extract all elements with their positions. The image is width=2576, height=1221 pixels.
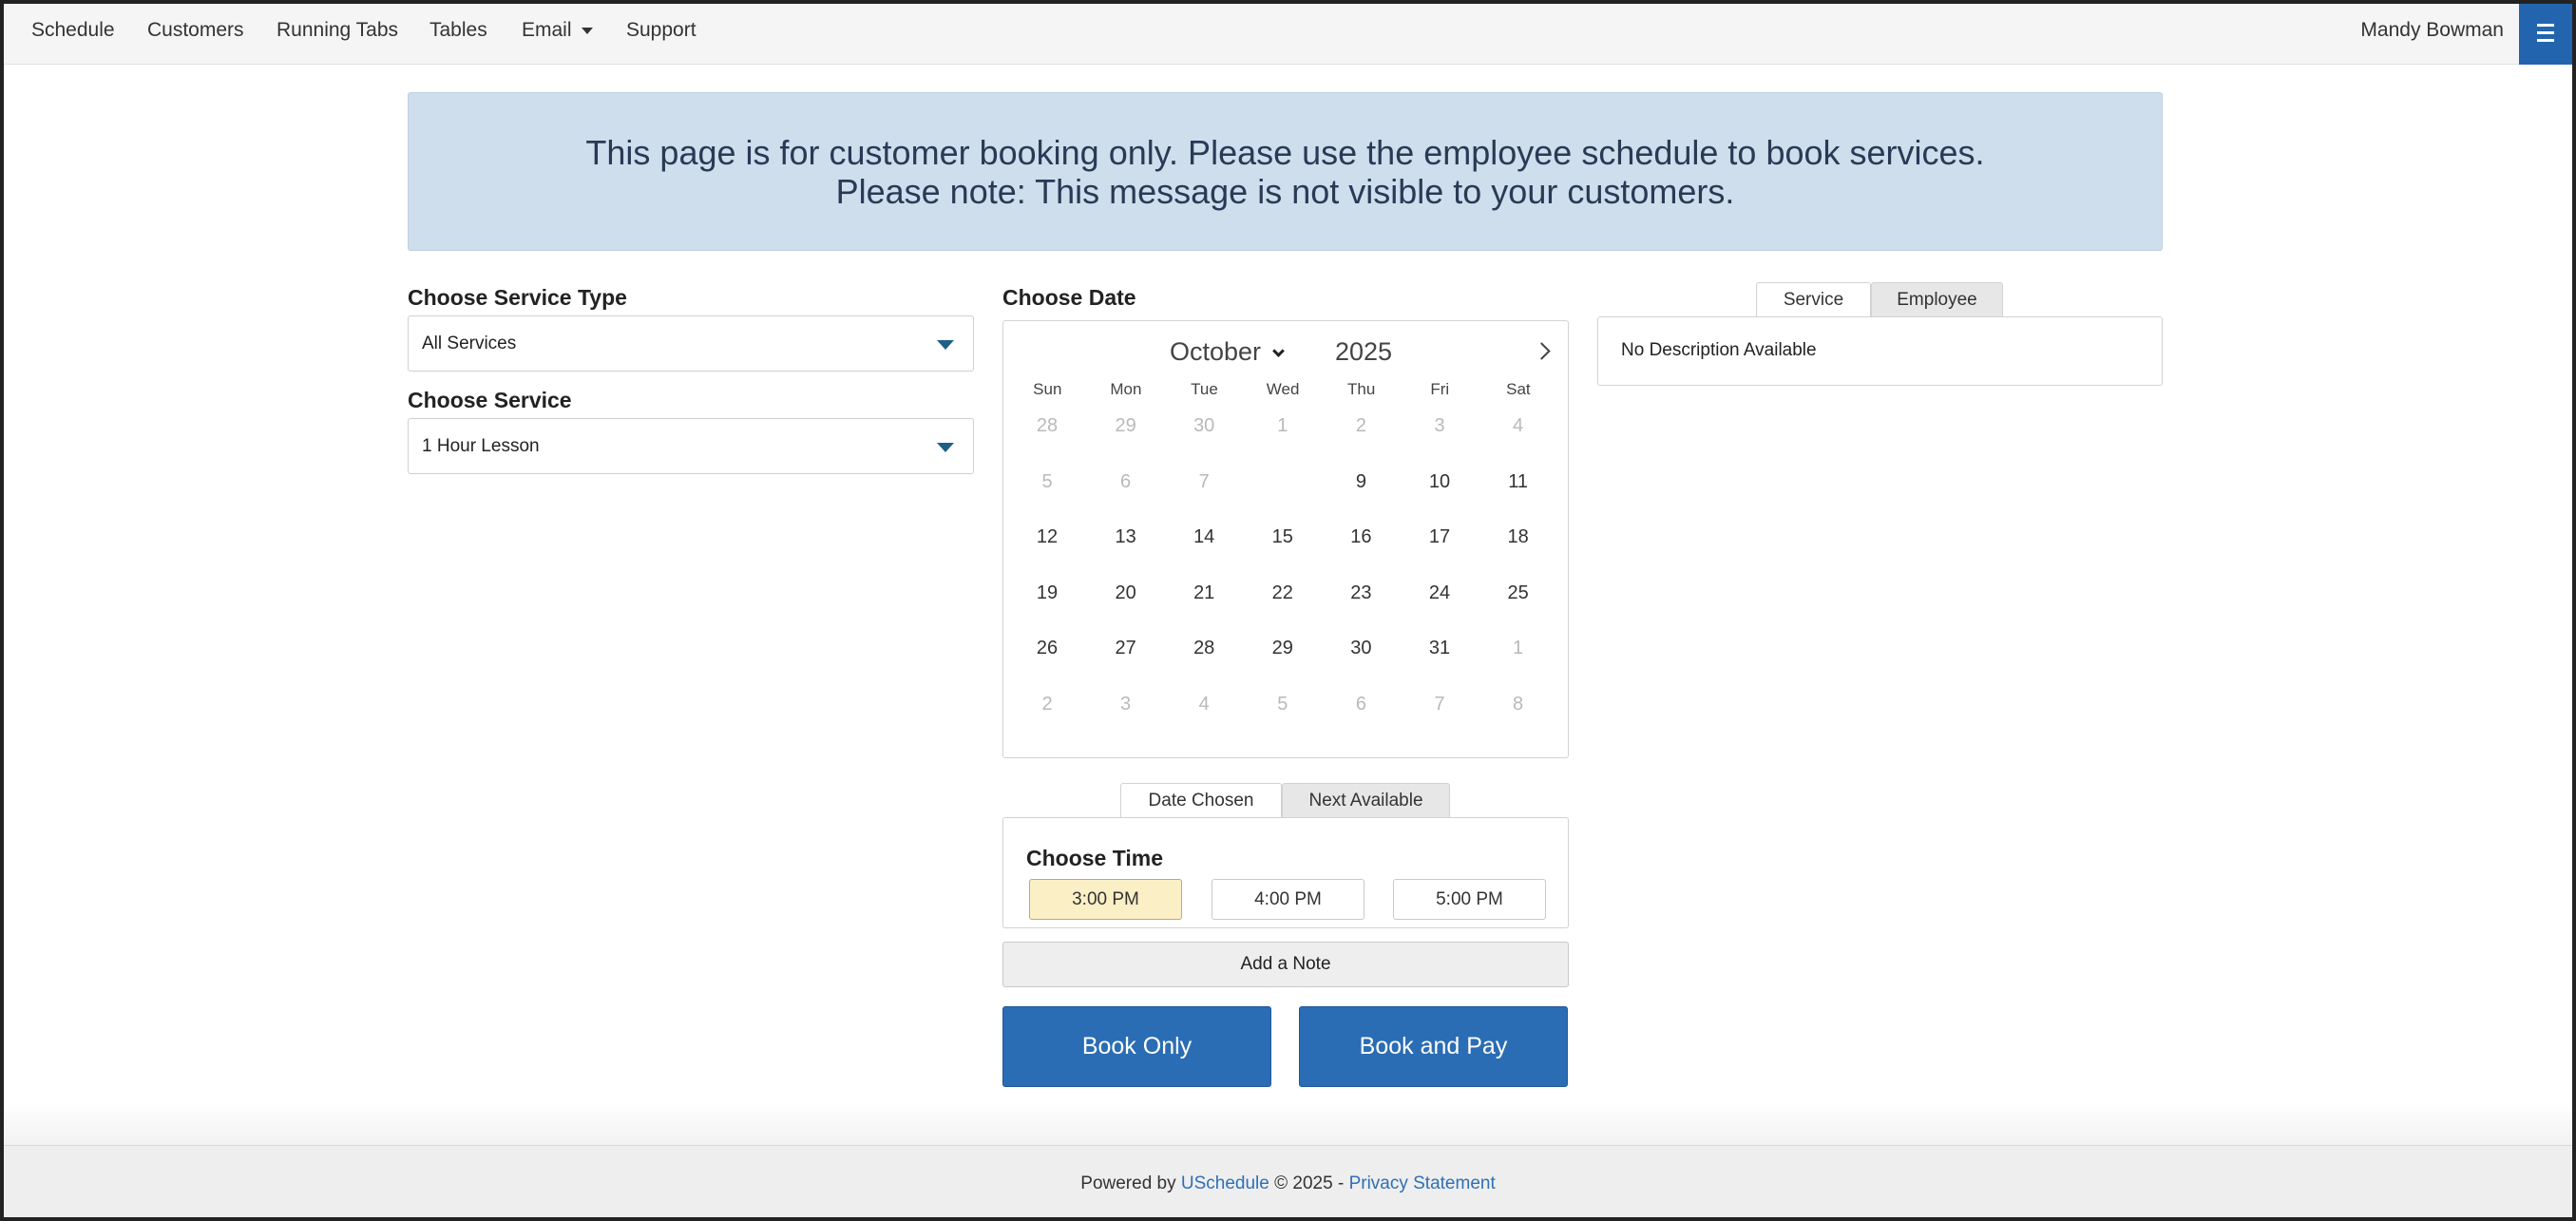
user-name[interactable]: Mandy Bowman — [2360, 19, 2504, 42]
nav-tables[interactable]: Tables — [429, 19, 487, 42]
footer-copyright: © 2025 - — [1269, 1173, 1349, 1193]
calendar-day[interactable]: 31 — [1401, 623, 1479, 673]
weekday-label: Wed — [1266, 380, 1300, 398]
footer-shadow — [4, 1102, 2572, 1145]
calendar-day[interactable]: 25 — [1479, 568, 1557, 618]
date-picker: October 2025 Sun Mon Tue Wed Thu Fri Sat 28 29 3… — [1002, 320, 1569, 758]
calendar-day[interactable]: 26 — [1008, 623, 1086, 673]
description-text: No Description Available — [1621, 340, 1817, 360]
service-label: Choose Service — [408, 388, 572, 412]
calendar-day: 3 — [1434, 415, 1445, 436]
calendar-day[interactable]: 11 — [1479, 457, 1557, 506]
service-type-select[interactable]: All Services — [408, 315, 974, 372]
caret-down-icon — [581, 27, 593, 34]
calendar-day: 5 — [1277, 694, 1288, 715]
weekday-label: Sun — [1033, 380, 1062, 398]
weekday-label: Sat — [1506, 380, 1531, 398]
selected-day[interactable]: 8 — [1244, 455, 1327, 509]
service-type-label: Choose Service Type — [408, 285, 627, 310]
tab-next-available[interactable]: Next Available — [1282, 783, 1450, 817]
add-note-button[interactable]: Add a Note — [1002, 942, 1569, 987]
time-slot-button[interactable]: 5:00 PM — [1393, 879, 1546, 920]
nav-schedule[interactable]: Schedule — [31, 19, 115, 42]
description-panel: No Description Available — [1597, 316, 2163, 386]
weekday-label: Fri — [1430, 380, 1450, 398]
calendar-day[interactable]: 13 — [1087, 512, 1165, 562]
nav-customers[interactable]: Customers — [147, 19, 244, 42]
calendar-day: 1 — [1513, 638, 1524, 659]
calendar-day[interactable]: 16 — [1322, 512, 1400, 562]
calendar-day: 4 — [1198, 694, 1210, 715]
banner-line-2: Please note: This message is not visible… — [835, 171, 1735, 211]
calendar-day[interactable]: 23 — [1322, 568, 1400, 618]
dropdown-arrow-icon — [937, 442, 954, 452]
tab-service[interactable]: Service — [1756, 282, 1871, 316]
calendar-day: 1 — [1277, 415, 1288, 436]
calendar-day: 2 — [1041, 694, 1053, 715]
footer-powered-by: Powered by — [1080, 1173, 1181, 1193]
footer: Powered by USchedule © 2025 - Privacy St… — [0, 1145, 2576, 1221]
calendar-day: 3 — [1120, 694, 1132, 715]
date-label: Choose Date — [1002, 285, 1136, 310]
calendar-day[interactable]: 30 — [1322, 623, 1400, 673]
calendar-day: 6 — [1355, 694, 1366, 715]
calendar-day[interactable]: 19 — [1008, 568, 1086, 618]
book-and-pay-button[interactable]: Book and Pay — [1299, 1006, 1568, 1087]
banner-line-1: This page is for customer booking only. … — [585, 132, 1985, 172]
nav-running-tabs[interactable]: Running Tabs — [277, 19, 398, 42]
nav-email-label: Email — [522, 19, 572, 41]
next-month-icon[interactable] — [1532, 339, 1556, 364]
calendar-day: 8 — [1513, 694, 1524, 715]
time-slot-button[interactable]: 4:00 PM — [1212, 879, 1364, 920]
calendar-day: 29 — [1115, 415, 1136, 436]
calendar-day: 30 — [1193, 415, 1215, 436]
calendar-day[interactable]: 12 — [1008, 512, 1086, 562]
hamburger-menu-icon[interactable] — [2519, 0, 2572, 65]
dropdown-arrow-icon — [937, 339, 954, 350]
nav-support[interactable]: Support — [626, 19, 696, 42]
calendar-day: 7 — [1198, 470, 1210, 492]
calendar-day[interactable]: 9 — [1322, 457, 1400, 506]
calendar-day: 7 — [1434, 694, 1445, 715]
tab-employee[interactable]: Employee — [1871, 282, 2003, 316]
time-label: Choose Time — [1026, 846, 1163, 870]
privacy-statement-link[interactable]: Privacy Statement — [1349, 1173, 1496, 1194]
calendar-day[interactable]: 18 — [1479, 512, 1557, 562]
service-type-value: All Services — [422, 333, 517, 353]
month-select[interactable]: October — [1170, 337, 1285, 367]
year-value[interactable]: 2025 — [1335, 337, 1392, 367]
calendar-day[interactable]: 28 — [1165, 623, 1243, 673]
weekday-header: Sun Mon Tue Wed Thu Fri Sat — [1003, 380, 1570, 403]
book-only-button[interactable]: Book Only — [1002, 1006, 1271, 1087]
info-banner: This page is for customer booking only. … — [408, 92, 2163, 251]
chevron-down-icon — [1272, 345, 1285, 357]
calendar-day: 5 — [1041, 470, 1053, 492]
tab-date-chosen[interactable]: Date Chosen — [1120, 783, 1282, 817]
calendar-day[interactable]: 20 — [1087, 568, 1165, 618]
time-slot-button[interactable]: 3:00 PM — [1029, 879, 1182, 920]
calendar-day[interactable]: 15 — [1244, 512, 1322, 562]
calendar-day: 4 — [1513, 415, 1524, 436]
calendar-day[interactable]: 10 — [1401, 457, 1479, 506]
calendar-day[interactable]: 29 — [1244, 623, 1322, 673]
service-value: 1 Hour Lesson — [422, 435, 540, 456]
calendar-day: 6 — [1120, 470, 1132, 492]
top-nav: Schedule Customers Running Tabs Tables E… — [0, 0, 2576, 65]
calendar-day: 28 — [1036, 415, 1059, 436]
calendar-day[interactable]: 14 — [1165, 512, 1243, 562]
weekday-label: Thu — [1347, 380, 1376, 398]
month-value: October — [1170, 337, 1262, 366]
time-panel: Choose Time 3:00 PM 4:00 PM 5:00 PM — [1002, 817, 1569, 928]
calendar-day[interactable]: 21 — [1165, 568, 1243, 618]
calendar-day[interactable]: 27 — [1087, 623, 1165, 673]
weekday-label: Mon — [1110, 380, 1142, 398]
calendar-day[interactable]: 24 — [1401, 568, 1479, 618]
nav-email-dropdown[interactable]: Email — [522, 19, 593, 42]
uschedule-link[interactable]: USchedule — [1181, 1173, 1269, 1194]
calendar-day[interactable]: 17 — [1401, 512, 1479, 562]
calendar-day[interactable]: 22 — [1244, 568, 1322, 618]
calendar-day: 2 — [1355, 415, 1366, 436]
service-select[interactable]: 1 Hour Lesson — [408, 418, 974, 474]
weekday-label: Tue — [1191, 380, 1218, 398]
